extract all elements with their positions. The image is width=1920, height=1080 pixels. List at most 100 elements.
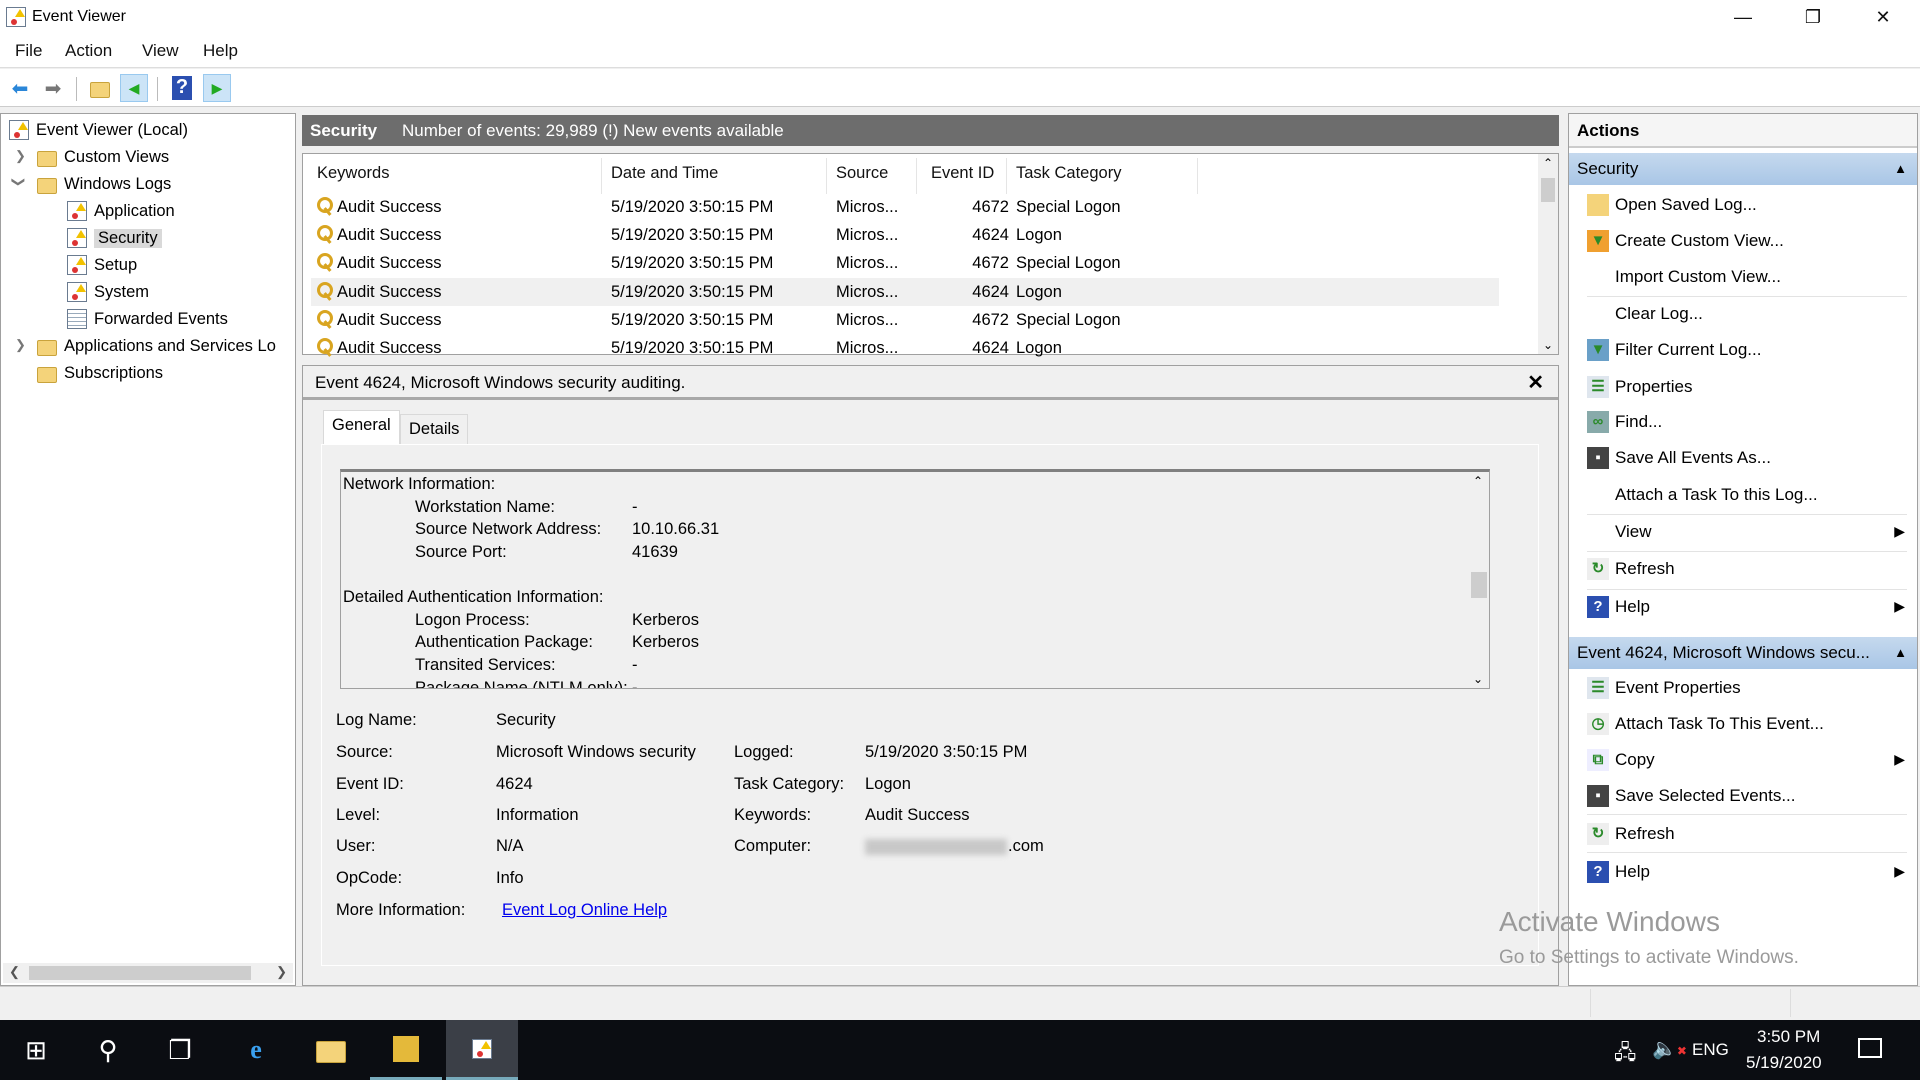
minimize-button[interactable]: —: [1720, 0, 1766, 34]
tab-details[interactable]: Details: [400, 414, 469, 444]
column-date-time[interactable]: Date and Time: [611, 164, 718, 183]
collapse-triangle-icon[interactable]: ▲: [1894, 161, 1907, 176]
tree-item-system[interactable]: System: [67, 279, 149, 305]
more-information-label: More Information:: [336, 901, 466, 919]
actions-section-security[interactable]: Security ▲: [1569, 153, 1917, 185]
tree-item-subscriptions[interactable]: Subscriptions: [37, 360, 163, 386]
column-keywords[interactable]: Keywords: [317, 164, 389, 183]
event-row[interactable]: Audit Success 5/19/2020 3:50:15 PM Micro…: [311, 306, 1499, 334]
restore-button[interactable]: ❐: [1790, 0, 1836, 34]
scrollbar-thumb[interactable]: [1541, 178, 1555, 202]
action-label: Save Selected Events...: [1615, 786, 1796, 805]
back-arrow-icon[interactable]: ⬅: [6, 74, 34, 102]
speaker-muted-icon[interactable]: 🔈✖: [1652, 1036, 1687, 1061]
menu-help[interactable]: Help: [203, 41, 238, 61]
action-create-custom-view[interactable]: ▼ Create Custom View...: [1569, 224, 1917, 258]
action-save-selected-events[interactable]: ▪ Save Selected Events...: [1569, 779, 1917, 813]
computer-domain-suffix: .com: [1008, 837, 1044, 855]
event-row[interactable]: Audit Success 5/19/2020 3:50:15 PM Micro…: [311, 334, 1499, 362]
scroll-up-icon[interactable]: ⌃: [1473, 474, 1483, 488]
menu-file[interactable]: File: [15, 41, 42, 61]
action-copy[interactable]: ⧉ Copy ▶: [1569, 743, 1917, 777]
collapse-chevron-icon[interactable]: ❯: [10, 177, 26, 188]
scroll-up-icon[interactable]: ⌃: [1543, 156, 1553, 170]
tab-general[interactable]: General: [323, 410, 400, 444]
open-folder-icon[interactable]: [86, 74, 114, 102]
expand-chevron-icon[interactable]: ❯: [15, 337, 26, 353]
action-center-icon[interactable]: [1858, 1038, 1882, 1058]
show-hide-action-pane-icon[interactable]: ▶: [203, 74, 231, 102]
file-explorer-icon[interactable]: [295, 1020, 367, 1080]
event-row[interactable]: Audit Success 5/19/2020 3:50:15 PM Micro…: [311, 249, 1499, 277]
action-refresh[interactable]: ↻ Refresh: [1569, 817, 1917, 851]
tree-item-event-viewer-local[interactable]: Event Viewer (Local): [9, 117, 188, 143]
action-save-all-events-as[interactable]: ▪ Save All Events As...: [1569, 441, 1917, 475]
expand-chevron-icon[interactable]: ❯: [15, 148, 26, 164]
tree-item-custom-views[interactable]: Custom Views: [37, 144, 169, 170]
help-icon[interactable]: ?: [168, 74, 196, 102]
column-event-id[interactable]: Event ID: [931, 164, 994, 183]
list-vertical-scrollbar[interactable]: ⌃ ⌄: [1538, 154, 1558, 354]
action-import-custom-view[interactable]: Import Custom View...: [1569, 260, 1917, 294]
menu-view[interactable]: View: [142, 41, 179, 61]
action-help[interactable]: ? Help ▶: [1569, 590, 1917, 624]
clock-time[interactable]: 3:50 PM: [1757, 1027, 1820, 1047]
menu-action[interactable]: Action: [65, 41, 112, 61]
scroll-down-icon[interactable]: ⌄: [1473, 672, 1483, 686]
scroll-right-icon[interactable]: ❯: [276, 964, 287, 980]
event-properties-icon: ☰: [1587, 677, 1609, 699]
forward-arrow-icon[interactable]: ➡: [39, 74, 67, 102]
search-icon[interactable]: ⚲: [72, 1020, 144, 1080]
action-properties[interactable]: ☰ Properties: [1569, 370, 1917, 404]
collapse-triangle-icon[interactable]: ▲: [1894, 645, 1907, 660]
tree-item-application[interactable]: Application: [67, 198, 175, 224]
language-indicator[interactable]: ENG: [1692, 1040, 1729, 1060]
scrollbar-thumb[interactable]: [1471, 572, 1487, 598]
scrollbar-thumb[interactable]: [29, 966, 251, 980]
action-clear-log[interactable]: Clear Log...: [1569, 297, 1917, 331]
event-row[interactable]: Audit Success 5/19/2020 3:50:15 PM Micro…: [311, 278, 1499, 306]
start-windows-icon[interactable]: ⊞: [0, 1020, 72, 1080]
description-scrollbar[interactable]: ⌃ ⌄: [1467, 472, 1489, 688]
action-refresh[interactable]: ↻ Refresh: [1569, 552, 1917, 586]
column-task-category[interactable]: Task Category: [1016, 164, 1121, 183]
tree-item-applications-and-services[interactable]: Applications and Services Lo: [37, 333, 276, 359]
column-source[interactable]: Source: [836, 164, 888, 183]
internet-explorer-icon[interactable]: e: [220, 1020, 292, 1080]
audit-success-key-icon: [317, 253, 333, 271]
event-log-online-help-link[interactable]: Event Log Online Help: [502, 901, 667, 920]
action-label: Filter Current Log...: [1615, 340, 1762, 359]
event-viewer-taskbar-icon[interactable]: [446, 1020, 518, 1080]
action-find[interactable]: ∞ Find...: [1569, 405, 1917, 439]
log-header-bar: Security Number of events: 29,989 (!) Ne…: [302, 115, 1559, 146]
action-separator: [1587, 852, 1907, 853]
close-button[interactable]: ✕: [1860, 0, 1906, 34]
scroll-down-icon[interactable]: ⌄: [1543, 338, 1553, 352]
tree-item-security[interactable]: Security: [63, 225, 162, 251]
event-row[interactable]: Audit Success 5/19/2020 3:50:15 PM Micro…: [311, 221, 1499, 249]
tree-item-setup[interactable]: Setup: [67, 252, 137, 278]
tree-horizontal-scrollbar[interactable]: ❮ ❯: [3, 963, 293, 983]
actions-section-event[interactable]: Event 4624, Microsoft Windows secu... ▲: [1569, 637, 1917, 669]
network-warning-icon[interactable]: 🖧: [1614, 1038, 1636, 1072]
action-help[interactable]: ? Help ▶: [1569, 855, 1917, 889]
event-description-textbox[interactable]: Network Information: Workstation Name: -…: [340, 469, 1490, 689]
show-hide-console-tree-icon[interactable]: ◀: [120, 74, 148, 102]
server-manager-icon[interactable]: [370, 1020, 442, 1080]
close-detail-icon[interactable]: ✕: [1527, 370, 1544, 395]
action-filter-current-log[interactable]: ▼ Filter Current Log...: [1569, 333, 1917, 367]
event-row[interactable]: Audit Success 5/19/2020 3:50:15 PM Micro…: [311, 193, 1499, 221]
action-label: Create Custom View...: [1615, 231, 1784, 250]
action-view[interactable]: View ▶: [1569, 515, 1917, 549]
action-event-properties[interactable]: ☰ Event Properties: [1569, 671, 1917, 705]
action-attach-task-to-this-event[interactable]: ◷ Attach Task To This Event...: [1569, 707, 1917, 741]
column-divider: [1197, 158, 1198, 194]
action-open-saved-log[interactable]: Open Saved Log...: [1569, 188, 1917, 222]
task-view-icon[interactable]: ❐: [144, 1020, 216, 1080]
scroll-left-icon[interactable]: ❮: [9, 964, 20, 980]
clock-date[interactable]: 5/19/2020: [1746, 1053, 1822, 1073]
action-attach-a-task-to-this-log[interactable]: Attach a Task To this Log...: [1569, 478, 1917, 512]
tree-item-forwarded-events[interactable]: Forwarded Events: [67, 306, 228, 332]
tree-item-windows-logs[interactable]: Windows Logs: [37, 171, 171, 197]
row-task-category: Logon: [1016, 339, 1062, 357]
